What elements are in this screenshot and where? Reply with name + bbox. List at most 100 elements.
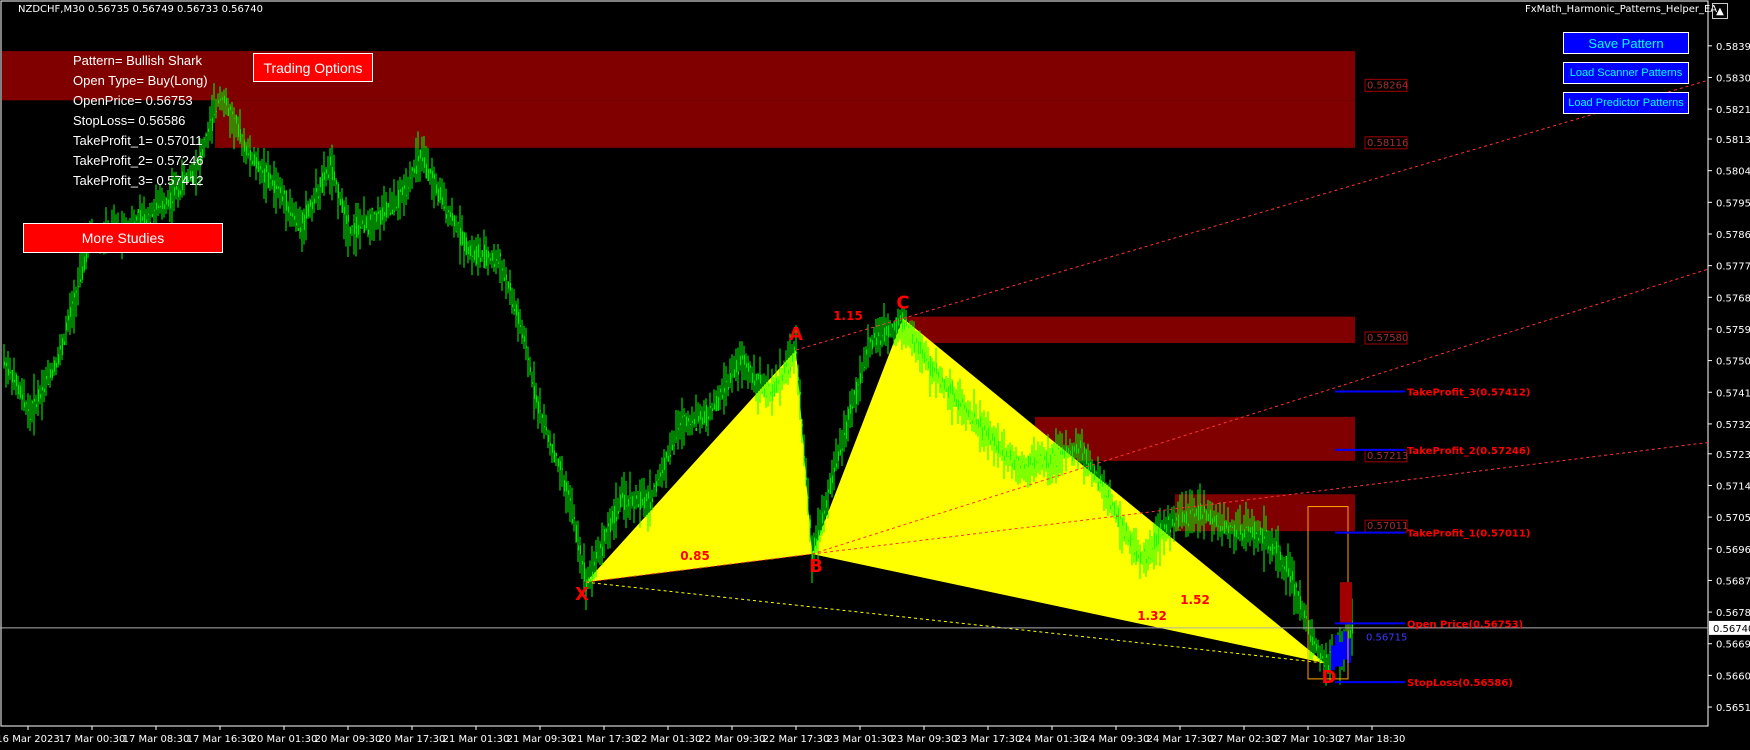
candle-body (1061, 447, 1063, 456)
candle-body (1247, 526, 1249, 532)
candle-body (335, 180, 337, 185)
candle-body (673, 445, 675, 447)
candle-body (1177, 514, 1179, 528)
candle-body (601, 546, 603, 556)
candle-body (641, 499, 643, 506)
candle-body (71, 301, 73, 304)
candle-body (623, 494, 625, 510)
candle-body (767, 384, 769, 387)
save-pattern-button[interactable]: Save Pattern (1563, 32, 1689, 54)
candle-body (1143, 548, 1145, 552)
y-tick-label: 0.56605 (1716, 671, 1750, 682)
candle-body (923, 352, 925, 363)
candle-body (297, 228, 299, 231)
candle-body (1221, 526, 1223, 531)
candle-body (215, 111, 217, 113)
candle-body (1229, 525, 1231, 528)
candle-body (1259, 527, 1261, 535)
candle-body (633, 507, 635, 509)
candle-body (475, 246, 477, 265)
candle-body (369, 214, 371, 220)
candle-body (881, 335, 883, 337)
candle-body (1165, 524, 1167, 533)
candle-body (405, 195, 407, 197)
candle-body (257, 161, 259, 173)
candle-body (429, 168, 431, 174)
candle-body (743, 354, 745, 365)
candle-body (355, 216, 357, 238)
candle-body (367, 229, 369, 235)
candle-body (795, 351, 797, 354)
candle-body (1141, 563, 1143, 565)
candle-body (469, 245, 471, 257)
candle-body (677, 428, 679, 430)
candle-body (1055, 465, 1057, 468)
candle-body (1273, 547, 1275, 549)
candle-body (1163, 524, 1165, 530)
candle-body (719, 388, 721, 393)
y-tick-label: 0.56515 (1716, 703, 1750, 714)
candle-body (487, 250, 489, 258)
candle-body (371, 207, 373, 210)
candle-body (1305, 616, 1307, 619)
candle-body (691, 420, 693, 423)
x-tick-label: 23 Mar 09:30 (891, 734, 958, 745)
candle-body (497, 262, 499, 264)
trading-options-button[interactable]: Trading Options (253, 53, 373, 82)
candle-body (1281, 565, 1283, 567)
candle-body (553, 450, 555, 463)
candle-body (827, 489, 829, 493)
candle-body (511, 304, 513, 308)
candle-body (547, 434, 549, 442)
candle-body (699, 411, 701, 420)
candle-body (1225, 521, 1227, 529)
candle-body (331, 167, 333, 181)
candle-body (443, 206, 445, 209)
candle-body (1157, 528, 1159, 545)
info-open-type: Open Type= Buy(Long) (73, 73, 208, 88)
candle-body (619, 494, 621, 508)
chart-shift-button[interactable]: ▲ (1712, 3, 1728, 19)
candle-body (403, 185, 405, 189)
candle-body (207, 128, 209, 133)
candle-body (993, 436, 995, 447)
candle-body (37, 389, 39, 402)
candle-body (1081, 453, 1083, 461)
candle-body (947, 386, 949, 398)
candle-body (63, 341, 65, 345)
candle-body (565, 481, 567, 492)
load-predictor-patterns-button[interactable]: Load Predictor Patterns (1563, 92, 1689, 114)
candle-body (137, 209, 139, 213)
candle-body (543, 426, 545, 428)
candle-body (1267, 545, 1269, 550)
candle-body (393, 210, 395, 212)
candle-body (865, 349, 867, 355)
candle-body (921, 349, 923, 359)
more-studies-button[interactable]: More Studies (23, 223, 223, 253)
price-chart[interactable]: 0.58264 0.58116 0.57580 0.57213 0.57011 Take… (0, 0, 1750, 750)
level-label: StopLoss(0.56586) (1407, 678, 1513, 689)
candle-body (345, 215, 347, 225)
candle-body (717, 396, 719, 411)
candle-body (29, 419, 31, 421)
candle-body (1123, 536, 1125, 539)
candle-body (1033, 457, 1035, 469)
candle-body (895, 317, 897, 334)
zone-price-label: 0.57213 (1367, 451, 1408, 462)
candle-body (299, 227, 301, 233)
load-scanner-patterns-button[interactable]: Load Scanner Patterns (1563, 62, 1689, 84)
candle-body (1155, 534, 1157, 547)
candle-body (723, 387, 725, 393)
candle-body (933, 367, 935, 372)
candle-body (423, 157, 425, 168)
candle-body (209, 119, 211, 121)
candle-body (979, 417, 981, 428)
info-stop-loss: StopLoss= 0.56586 (73, 113, 186, 128)
candle-body (279, 187, 281, 194)
candle-body (1297, 591, 1299, 596)
x-tick-label: 22 Mar 17:30 (763, 734, 830, 745)
y-tick-label: 0.57055 (1716, 513, 1750, 524)
y-tick-label: 0.58215 (1716, 105, 1750, 116)
candle-body (505, 274, 507, 280)
candle-body (1217, 525, 1219, 527)
